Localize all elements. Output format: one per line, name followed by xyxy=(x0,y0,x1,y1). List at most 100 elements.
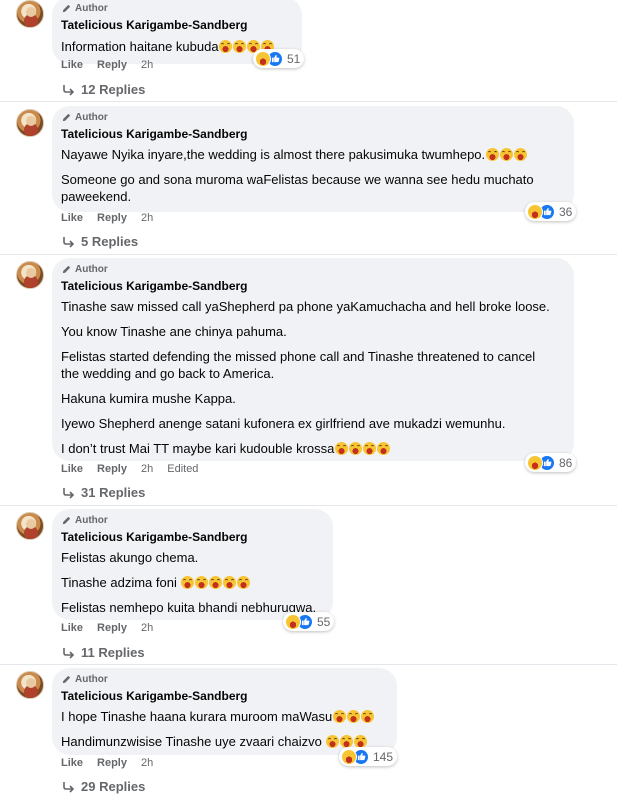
author-badge: Author xyxy=(61,673,385,685)
pencil-icon xyxy=(62,4,71,12)
reaction-count: 86 xyxy=(559,455,573,470)
comment-text-span: Tinashe saw missed call yaShepherd pa ph… xyxy=(61,299,550,314)
reply-button[interactable]: Reply xyxy=(97,463,127,475)
reply-arrow-icon xyxy=(63,236,75,248)
avatar[interactable] xyxy=(16,0,44,28)
author-badge: Author xyxy=(61,263,562,275)
comment-actions: Like Reply 2h xyxy=(61,621,153,635)
comment-text: Felistas nemhepo kuita bhandi nebhurugwa… xyxy=(61,599,321,616)
view-replies-button[interactable]: 29 Replies xyxy=(62,779,145,794)
commenter-name[interactable]: Tatelicious Karigambe-Sandberg xyxy=(61,18,290,33)
comment-text-span: Felistas nemhepo kuita bhandi nebhurugwa… xyxy=(61,600,317,615)
reaction-summary[interactable]: 145 xyxy=(339,747,398,766)
view-replies-button[interactable]: 31 Replies xyxy=(62,485,145,500)
reaction-summary[interactable]: 55 xyxy=(283,612,335,631)
comment-divider xyxy=(0,664,617,665)
reply-button[interactable]: Reply xyxy=(97,212,127,224)
pencil-icon xyxy=(62,675,71,683)
reaction-count: 145 xyxy=(373,749,394,764)
timestamp[interactable]: 2h xyxy=(141,463,153,475)
comment-text: I don’t trust Mai TT maybe kari kudouble… xyxy=(61,440,562,457)
reply-button[interactable]: Reply xyxy=(97,757,127,769)
author-badge-label: Author xyxy=(75,2,108,14)
comment-text-span: Handimunzwisise Tinashe uye zvaari chaiz… xyxy=(61,734,326,749)
haha-emoji xyxy=(180,575,250,590)
avatar[interactable] xyxy=(16,109,44,137)
like-button[interactable]: Like xyxy=(61,463,83,475)
comment-text-span: Hakuna kumira mushe Kappa. xyxy=(61,391,236,406)
reaction-summary[interactable]: 36 xyxy=(525,202,577,221)
comment-divider xyxy=(0,254,617,255)
reply-arrow-icon xyxy=(63,647,75,659)
reaction-count: 36 xyxy=(559,204,573,219)
comment-text: Felistas akungo chema. xyxy=(61,549,321,566)
reply-button[interactable]: Reply xyxy=(97,622,127,634)
comment-actions: Like Reply 2h xyxy=(61,211,153,225)
commenter-name[interactable]: Tatelicious Karigambe-Sandberg xyxy=(61,530,321,545)
like-button[interactable]: Like xyxy=(61,212,83,224)
reply-arrow-icon xyxy=(63,781,75,793)
comment-text-span: Information haitane kubuda xyxy=(61,39,219,54)
comment-text: Someone go and sona muroma waFelistas be… xyxy=(61,171,562,205)
like-button[interactable]: Like xyxy=(61,59,83,71)
comment-text-span: paweekend. xyxy=(61,189,132,204)
commenter-name[interactable]: Tatelicious Karigambe-Sandberg xyxy=(61,689,385,704)
replies-count-label: 11 Replies xyxy=(81,645,145,660)
author-badge-label: Author xyxy=(75,111,108,123)
author-badge-label: Author xyxy=(75,673,108,685)
reaction-summary[interactable]: 86 xyxy=(525,453,577,472)
like-button[interactable]: Like xyxy=(61,622,83,634)
haha-emoji xyxy=(332,709,374,724)
view-replies-button[interactable]: 5 Replies xyxy=(62,234,138,249)
author-badge-label: Author xyxy=(75,514,108,526)
avatar[interactable] xyxy=(16,261,44,289)
comment-text-span: Tinashe adzima foni xyxy=(61,575,181,590)
haha-reaction-icon xyxy=(527,203,543,220)
reaction-count: 55 xyxy=(317,614,331,629)
comment-text: Hakuna kumira mushe Kappa. xyxy=(61,390,562,407)
author-badge-label: Author xyxy=(75,263,108,275)
haha-reaction-icon xyxy=(255,50,271,67)
author-badge: Author xyxy=(61,2,290,14)
reaction-summary[interactable]: 51 xyxy=(253,49,305,68)
comment-text: Tinashe saw missed call yaShepherd pa ph… xyxy=(61,298,562,315)
haha-emoji xyxy=(334,441,390,456)
reaction-count: 51 xyxy=(287,51,301,66)
comment-text-span: Felistas akungo chema. xyxy=(61,550,199,565)
timestamp[interactable]: 2h xyxy=(141,622,153,634)
edited-label[interactable]: Edited xyxy=(167,463,198,475)
replies-count-label: 29 Replies xyxy=(81,779,146,794)
comment-text: Nayawe Nyika inyare,the wedding is almos… xyxy=(61,146,562,163)
comment-text-span: Iyewo Shepherd anenge satani kufonera ex… xyxy=(61,416,506,431)
comment-text: Felistas started defending the missed ph… xyxy=(61,348,562,382)
view-replies-button[interactable]: 11 Replies xyxy=(62,645,145,660)
replies-count-label: 5 Replies xyxy=(81,234,139,249)
haha-emoji xyxy=(485,147,527,162)
like-button[interactable]: Like xyxy=(61,757,83,769)
comment-text-span: the wedding and go back to America. xyxy=(61,366,275,381)
comment-text-span: I don’t trust Mai TT maybe kari kudouble… xyxy=(61,441,335,456)
timestamp[interactable]: 2h xyxy=(141,757,153,769)
commenter-name[interactable]: Tatelicious Karigambe-Sandberg xyxy=(61,127,562,142)
avatar[interactable] xyxy=(16,671,44,699)
timestamp[interactable]: 2h xyxy=(141,212,153,224)
comment-bubble: Author Tatelicious Karigambe-Sandberg Fe… xyxy=(52,509,333,620)
comment-text-span: Nayawe Nyika inyare,the wedding is almos… xyxy=(61,147,486,162)
commenter-name[interactable]: Tatelicious Karigambe-Sandberg xyxy=(61,279,562,294)
comment-text-span: Someone go and sona muroma waFelistas be… xyxy=(61,172,534,187)
comment-text: I hope Tinashe haana kurara muroom maWas… xyxy=(61,708,385,725)
comment-text: Handimunzwisise Tinashe uye zvaari chaiz… xyxy=(61,733,385,750)
author-badge: Author xyxy=(61,111,562,123)
comment-divider xyxy=(0,505,617,506)
reply-arrow-icon xyxy=(63,487,75,499)
timestamp[interactable]: 2h xyxy=(141,59,153,71)
comment-actions: Like Reply 2h Edited xyxy=(61,462,198,476)
comment-actions: Like Reply 2h xyxy=(61,756,153,770)
avatar[interactable] xyxy=(16,512,44,540)
comment-bubble: Author Tatelicious Karigambe-Sandberg I … xyxy=(52,668,397,755)
view-replies-button[interactable]: 12 Replies xyxy=(62,82,145,97)
haha-reaction-icon xyxy=(285,613,301,630)
comment-text: Tinashe adzima foni xyxy=(61,574,321,591)
replies-count-label: 12 Replies xyxy=(81,82,146,97)
reply-button[interactable]: Reply xyxy=(97,59,127,71)
